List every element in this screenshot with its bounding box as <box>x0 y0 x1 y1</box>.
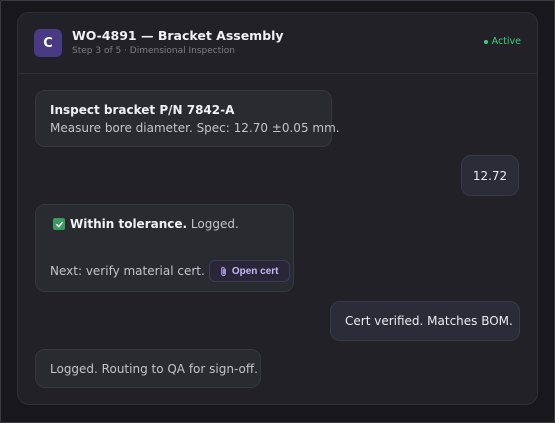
open-cert-button[interactable]: Open cert <box>208 260 290 282</box>
bot-message: Logged. Routing to QA for sign-off. <box>35 349 261 388</box>
avatar: C <box>34 29 62 57</box>
message-text: Logged. Routing to QA for sign-off. <box>50 362 258 376</box>
checkbox-check-icon <box>53 218 65 230</box>
tolerance-result: Within tolerance. <box>70 217 188 231</box>
tolerance-status: Within tolerance. Logged. <box>53 215 239 233</box>
next-step: Next: verify material cert. Open cert <box>50 260 290 282</box>
tolerance-note: Logged. <box>187 217 239 231</box>
status-label: Active <box>491 36 521 47</box>
bot-message: Inspect bracket P/N 7842-A Measure bore … <box>35 90 340 147</box>
next-step-text: Next: verify material cert. <box>50 264 205 278</box>
message-text: Cert verified. Matches BOM. <box>345 314 513 328</box>
step-subtitle: Step 3 of 5 · Dimensional Inspection <box>72 46 235 56</box>
chat-panel: C WO-4891 — Bracket Assembly Step 3 of 5… <box>17 12 538 405</box>
message-title: Inspect bracket P/N 7842-A <box>50 103 235 117</box>
status-badge: Active <box>483 36 521 47</box>
open-cert-label: Open cert <box>231 265 279 277</box>
message-body: Measure bore diameter. Spec: 12.70 ±0.05… <box>50 121 340 135</box>
user-message: 12.72 <box>461 155 519 196</box>
message-text: 12.72 <box>472 169 508 183</box>
page-title: WO-4891 — Bracket Assembly <box>72 28 284 43</box>
status-dot-icon <box>483 39 488 44</box>
user-message: Cert verified. Matches BOM. <box>330 301 520 341</box>
chat-header: C WO-4891 — Bracket Assembly Step 3 of 5… <box>18 13 537 74</box>
bot-message: Within tolerance. Logged. Next: verify m… <box>35 204 294 292</box>
paperclip-icon <box>219 266 228 277</box>
